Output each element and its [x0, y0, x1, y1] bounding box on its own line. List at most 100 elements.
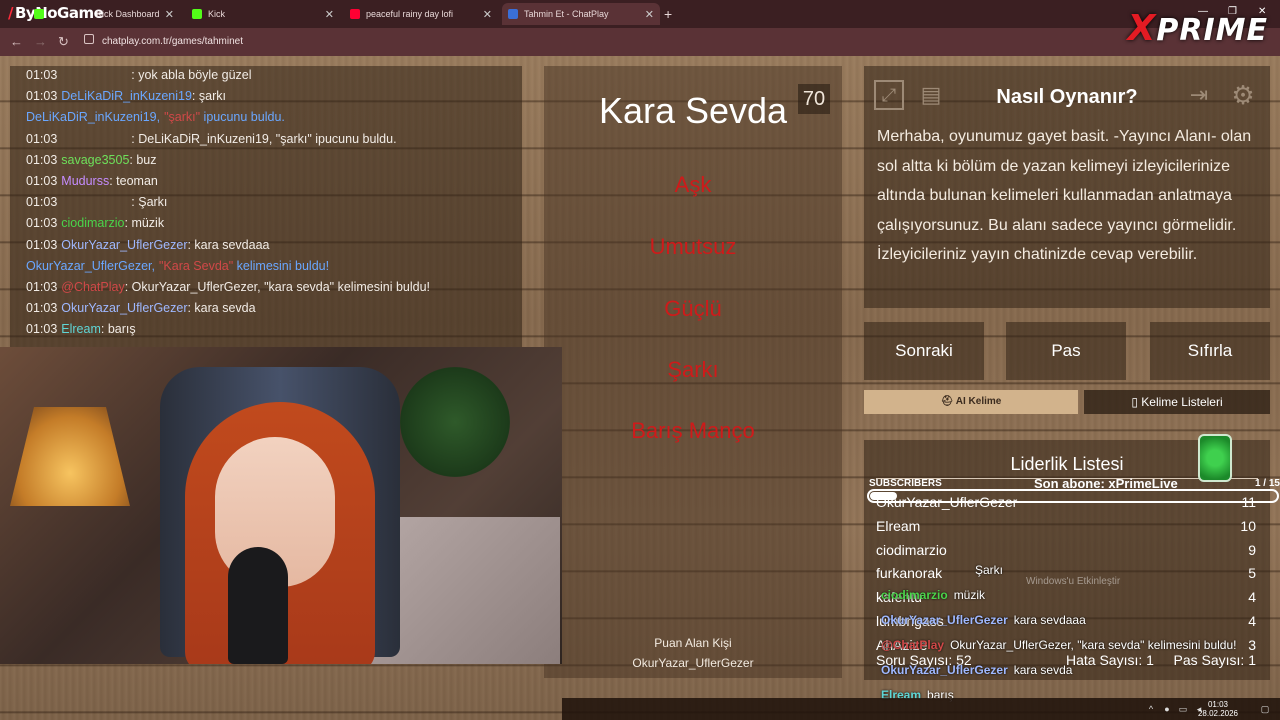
reload-icon[interactable]: ↻	[58, 34, 69, 50]
pass-button[interactable]: Pas	[1006, 322, 1126, 380]
site-info-icon[interactable]	[84, 34, 94, 44]
tab-kick-dashboard[interactable]: Kick Dashboard ✕	[34, 3, 174, 25]
chat-message: 01:03: Şarkı	[26, 195, 167, 209]
chat-timestamp: 01:03	[26, 174, 58, 188]
subscriber-progress-bar	[867, 489, 1279, 503]
error-count: Hata Sayısı: 1	[1066, 652, 1154, 668]
clipboard-icon: ▯	[1131, 395, 1142, 409]
chat-text: : Şarkı	[131, 195, 168, 210]
tab-lofi[interactable]: peaceful rainy day lofi ✕	[350, 3, 492, 25]
chat-username[interactable]: OkurYazar_UflerGezer	[61, 238, 187, 252]
chat-username[interactable]: savage3505	[61, 153, 129, 167]
overlay-chat-text: kara sevdaaa	[1013, 613, 1086, 627]
taskbar-clock[interactable]: 01:03 28.02.2026	[1198, 700, 1238, 718]
chat-text: : müzik	[124, 216, 165, 231]
ai-word-label: AI Kelime	[955, 396, 1002, 407]
forbidden-word: Şarkı	[667, 357, 719, 382]
tab-chatplay[interactable]: Tahmin Et - ChatPlay ✕	[502, 3, 660, 25]
chat-text: : buz	[129, 152, 157, 167]
tab-title: Kick Dashboard	[96, 9, 160, 19]
chat-timestamp: 01:03	[26, 322, 58, 337]
forbidden-word: Güçlü	[664, 296, 722, 321]
subscriber-progress-fill	[870, 492, 898, 500]
settings-gear-icon[interactable]: ⚙	[1228, 80, 1258, 110]
windows-activation-notice: Windows'u Etkinleştir	[1026, 576, 1121, 587]
chat-username[interactable]: ciodimarzio	[61, 216, 124, 230]
chat-timestamp: 01:03	[26, 280, 58, 294]
chat-timestamp: 01:03	[26, 89, 58, 104]
chat-text: : şarkı	[191, 89, 226, 104]
chat-username[interactable]: DeLiKaDiR_inKuzeni19,	[26, 110, 160, 124]
forbidden-word: Umutsuz	[649, 234, 737, 259]
word-lists-button[interactable]: ▯ Kelime Listeleri	[1084, 390, 1270, 414]
chat-username[interactable]: OkurYazar_UflerGezer	[61, 301, 187, 315]
new-tab-button[interactable]: +	[664, 3, 672, 25]
next-button[interactable]: Sonraki	[864, 322, 984, 380]
chat-text: : barış	[100, 322, 136, 337]
overlay-chat-text: Şarkı	[975, 563, 1004, 577]
close-tab-icon[interactable]: ✕	[325, 8, 334, 21]
robot-icon: ⛑	[940, 396, 956, 407]
overlay-chat-message: @ChatPlay OkurYazar_UflerGezer, "kara sev…	[881, 638, 1236, 652]
chat-panel: 01:03: yok abla böyle güzel 01:03 DeLiKaDi…	[10, 66, 522, 352]
player-points: 4	[1248, 613, 1256, 629]
back-icon[interactable]: ←	[10, 34, 23, 49]
chat-message: 01:03: DeLiKaDiR_inKuzeni19, "şarkı" ipu…	[26, 132, 397, 146]
target-word: Kara Sevda	[598, 90, 788, 131]
tab-title: Kick	[208, 9, 226, 19]
close-tab-icon[interactable]: ✕	[165, 8, 174, 21]
tab-title: peaceful rainy day lofi	[366, 9, 454, 19]
sub-jar-icon	[1198, 434, 1232, 482]
youtube-icon	[350, 9, 360, 19]
chat-username[interactable]: DeLiKaDiR_inKuzeni19	[61, 89, 192, 103]
chat-message: 01:03 ciodimarzio: müzik	[26, 216, 164, 230]
tab-kick[interactable]: Kick ✕	[192, 3, 334, 25]
chat-timestamp: 01:03	[26, 237, 58, 252]
reset-button[interactable]: Sıfırla	[1150, 322, 1270, 380]
player-points: 4	[1248, 589, 1256, 606]
overlay-chat-message: OkurYazar_UflerGezer kara sevda	[881, 663, 1072, 677]
url-field[interactable]: chatplay.com.tr/games/tahminet	[84, 33, 844, 51]
webcam-feed	[0, 347, 562, 664]
chat-text: : teoman	[109, 174, 158, 188]
close-tab-icon[interactable]: ✕	[483, 8, 492, 21]
chat-username[interactable]: Elream	[61, 322, 101, 336]
chevron-up-icon[interactable]: ^	[1146, 704, 1156, 714]
word-lists-label: Kelime Listeleri	[1141, 395, 1223, 409]
taskbar: ^ ● ▭ ◂ 01:03 28.02.2026 ▢	[562, 698, 1280, 720]
browser-tab-bar: / ByNoGame Kick Dashboard ✕ Kick ✕ peacef…	[0, 0, 1280, 28]
chat-text: : yok abla böyle güzel	[131, 68, 252, 82]
lamp	[10, 407, 130, 506]
chat-username[interactable]: OkurYazar_UflerGezer,	[26, 259, 155, 273]
chat-quote: "Kara Sevda"	[158, 258, 234, 273]
network-icon[interactable]: ▭	[1178, 704, 1188, 714]
forbidden-word: Aşk	[674, 172, 712, 197]
player-name: Elream	[876, 517, 921, 534]
how-to-play-text: Merhaba, oyunumuz gayet basit. -Yayıncı …	[877, 128, 1252, 263]
forbidden-word: Barış Manço	[631, 418, 755, 443]
microphone-icon[interactable]: ●	[1162, 704, 1172, 714]
chat-timestamp: 01:03	[26, 301, 58, 316]
chat-message: 01:03 OkurYazar_UflerGezer: kara sevda	[26, 301, 256, 315]
overlay-chat-message: ciodimarzio müzik	[881, 588, 985, 602]
ai-word-button[interactable]: ⛑ AI Kelime	[864, 390, 1078, 414]
chat-text: : OkurYazar_UflerGezer, "kara sevda" kel…	[124, 280, 431, 294]
forward-icon[interactable]: →	[34, 34, 47, 49]
overlay-chat-user: ciodimarzio	[881, 588, 948, 602]
url-text: chatplay.com.tr/games/tahminet	[102, 36, 243, 47]
chat-text: : kara sevda	[187, 301, 256, 316]
overlay-chat-text: müzik	[953, 588, 986, 602]
chat-message: 01:03 Mudurss: teoman	[26, 174, 158, 188]
kick-icon	[192, 9, 202, 19]
player-points: 10	[1240, 517, 1256, 534]
notifications-icon[interactable]: ▢	[1260, 704, 1270, 714]
chat-username[interactable]: Mudurss	[61, 174, 109, 188]
overlay-chat-message: OkurYazar_UflerGezer kara sevdaaa	[881, 613, 1086, 627]
chat-text: : kara sevdaaa	[187, 237, 270, 252]
chat-username[interactable]: @ChatPlay	[61, 280, 124, 294]
close-tab-icon[interactable]: ✕	[645, 8, 654, 21]
exit-icon[interactable]: ⇥	[1184, 80, 1214, 110]
chat-text: : DeLiKaDiR_inKuzeni19, "şarkı" ipucunu …	[131, 131, 397, 146]
chat-message: OkurYazar_UflerGezer, "Kara Sevda" kelime…	[26, 259, 329, 273]
clock-time: 01:03	[1207, 700, 1228, 709]
